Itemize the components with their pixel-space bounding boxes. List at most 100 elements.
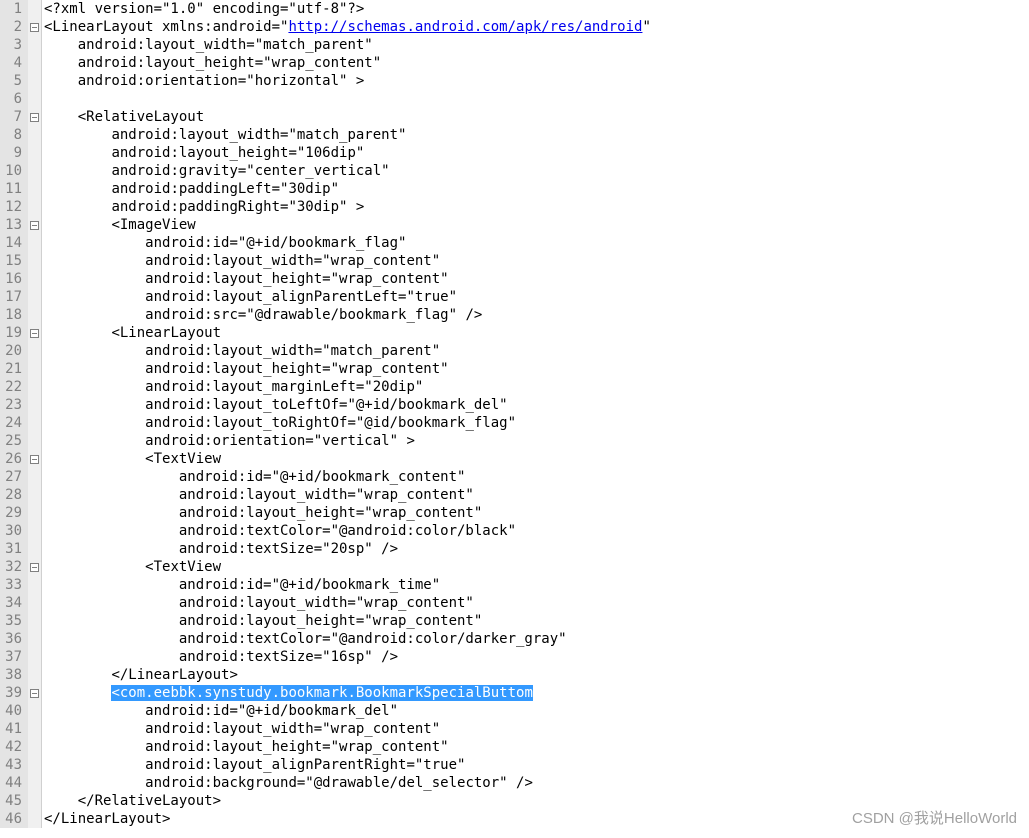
code-area[interactable]: <?xml version="1.0" encoding="utf-8"?><L… <box>42 0 1029 828</box>
code-line[interactable]: <LinearLayout <box>44 324 1029 342</box>
code-line[interactable]: android:layout_width="wrap_content" <box>44 486 1029 504</box>
code-text: <?xml version="1.0" encoding="utf-8"?> <box>44 1 364 17</box>
code-line[interactable]: android:layout_height="wrap_content" <box>44 360 1029 378</box>
code-line[interactable]: android:paddingLeft="30dip" <box>44 180 1029 198</box>
code-line[interactable]: android:id="@+id/bookmark_content" <box>44 468 1029 486</box>
url-link[interactable]: http://schemas.android.com/apk/res/andro… <box>288 19 642 35</box>
code-line[interactable]: android:textColor="@android:color/darker… <box>44 630 1029 648</box>
code-line[interactable]: android:layout_alignParentRight="true" <box>44 756 1029 774</box>
code-line[interactable]: android:layout_width="wrap_content" <box>44 594 1029 612</box>
fold-marker-slot <box>28 252 41 270</box>
fold-column[interactable] <box>28 0 42 828</box>
code-line[interactable]: android:layout_height="106dip" <box>44 144 1029 162</box>
code-line[interactable]: <LinearLayout xmlns:android="http://sche… <box>44 18 1029 36</box>
code-line[interactable]: android:id="@+id/bookmark_time" <box>44 576 1029 594</box>
fold-toggle-icon[interactable] <box>30 23 39 32</box>
code-line[interactable]: <?xml version="1.0" encoding="utf-8"?> <box>44 0 1029 18</box>
line-number: 27 <box>4 468 22 486</box>
line-number: 19 <box>4 324 22 342</box>
code-line[interactable]: android:orientation="vertical" > <box>44 432 1029 450</box>
code-text: android:layout_height="wrap_content" <box>145 271 448 287</box>
code-line[interactable]: android:id="@+id/bookmark_flag" <box>44 234 1029 252</box>
code-line[interactable]: android:textColor="@android:color/black" <box>44 522 1029 540</box>
code-line[interactable]: android:layout_width="match_parent" <box>44 36 1029 54</box>
fold-toggle-icon[interactable] <box>30 113 39 122</box>
code-line[interactable]: android:textSize="16sp" /> <box>44 648 1029 666</box>
fold-toggle-icon[interactable] <box>30 689 39 698</box>
code-line[interactable]: android:background="@drawable/del_select… <box>44 774 1029 792</box>
code-line[interactable]: android:layout_height="wrap_content" <box>44 738 1029 756</box>
code-line[interactable]: <RelativeLayout <box>44 108 1029 126</box>
code-line[interactable]: android:layout_height="wrap_content" <box>44 54 1029 72</box>
code-line[interactable]: android:layout_toLeftOf="@+id/bookmark_d… <box>44 396 1029 414</box>
fold-marker-slot <box>28 0 41 18</box>
code-line[interactable]: android:layout_width="wrap_content" <box>44 720 1029 738</box>
code-text: android:background="@drawable/del_select… <box>145 775 533 791</box>
code-text: android:textSize="16sp" /> <box>179 649 398 665</box>
fold-toggle-icon[interactable] <box>30 563 39 572</box>
fold-marker-slot <box>28 342 41 360</box>
code-line[interactable]: <TextView <box>44 450 1029 468</box>
line-number: 8 <box>4 126 22 144</box>
fold-marker-slot <box>28 612 41 630</box>
line-number: 44 <box>4 774 22 792</box>
fold-marker-slot <box>28 720 41 738</box>
line-number: 45 <box>4 792 22 810</box>
code-text: android:layout_width="match_parent" <box>111 127 406 143</box>
code-line[interactable] <box>44 90 1029 108</box>
code-line[interactable]: <TextView <box>44 558 1029 576</box>
code-text: android:layout_height="wrap_content" <box>145 361 448 377</box>
line-number: 7 <box>4 108 22 126</box>
line-number: 30 <box>4 522 22 540</box>
code-line[interactable]: android:layout_alignParentLeft="true" <box>44 288 1029 306</box>
fold-toggle-icon[interactable] <box>30 329 39 338</box>
line-number: 22 <box>4 378 22 396</box>
code-line[interactable]: android:layout_toRightOf="@id/bookmark_f… <box>44 414 1029 432</box>
line-number: 31 <box>4 540 22 558</box>
code-line[interactable]: android:layout_height="wrap_content" <box>44 612 1029 630</box>
code-text: android:orientation="vertical" > <box>145 433 415 449</box>
line-number: 46 <box>4 810 22 828</box>
code-line[interactable]: android:textSize="20sp" /> <box>44 540 1029 558</box>
code-line[interactable]: android:src="@drawable/bookmark_flag" /> <box>44 306 1029 324</box>
line-number: 18 <box>4 306 22 324</box>
fold-marker-slot <box>28 450 41 468</box>
code-line[interactable]: android:orientation="horizontal" > <box>44 72 1029 90</box>
line-number: 12 <box>4 198 22 216</box>
fold-marker-slot <box>28 396 41 414</box>
code-line[interactable]: <com.eebbk.synstudy.bookmark.BookmarkSpe… <box>44 684 1029 702</box>
code-text: android:layout_toRightOf="@id/bookmark_f… <box>145 415 516 431</box>
fold-marker-slot <box>28 162 41 180</box>
code-text: android:id="@+id/bookmark_time" <box>179 577 440 593</box>
fold-toggle-icon[interactable] <box>30 221 39 230</box>
fold-marker-slot <box>28 414 41 432</box>
code-line[interactable]: android:layout_width="match_parent" <box>44 342 1029 360</box>
code-text: </RelativeLayout> <box>78 793 221 809</box>
fold-marker-slot <box>28 468 41 486</box>
code-text: android:layout_width="wrap_content" <box>145 721 440 737</box>
fold-marker-slot <box>28 306 41 324</box>
line-number: 42 <box>4 738 22 756</box>
fold-marker-slot <box>28 54 41 72</box>
code-text: android:layout_width="wrap_content" <box>179 595 474 611</box>
code-line[interactable]: </LinearLayout> <box>44 666 1029 684</box>
code-line[interactable]: </RelativeLayout> <box>44 792 1029 810</box>
code-line[interactable]: android:gravity="center_vertical" <box>44 162 1029 180</box>
code-line[interactable]: <ImageView <box>44 216 1029 234</box>
code-text: android:textColor="@android:color/black" <box>179 523 516 539</box>
code-line[interactable]: android:layout_marginLeft="20dip" <box>44 378 1029 396</box>
code-text: android:id="@+id/bookmark_content" <box>179 469 466 485</box>
code-line[interactable]: android:paddingRight="30dip" > <box>44 198 1029 216</box>
fold-marker-slot <box>28 504 41 522</box>
fold-toggle-icon[interactable] <box>30 455 39 464</box>
code-line[interactable]: android:id="@+id/bookmark_del" <box>44 702 1029 720</box>
code-line[interactable]: android:layout_height="wrap_content" <box>44 504 1029 522</box>
line-number: 5 <box>4 72 22 90</box>
code-line[interactable]: android:layout_width="match_parent" <box>44 126 1029 144</box>
code-line[interactable]: android:layout_width="wrap_content" <box>44 252 1029 270</box>
code-line[interactable]: android:layout_height="wrap_content" <box>44 270 1029 288</box>
code-text: android:layout_toLeftOf="@+id/bookmark_d… <box>145 397 507 413</box>
code-editor[interactable]: 1234567891011121314151617181920212223242… <box>0 0 1029 828</box>
selected-text: <com.eebbk.synstudy.bookmark.BookmarkSpe… <box>111 685 532 701</box>
code-line[interactable]: </LinearLayout> <box>44 810 1029 828</box>
